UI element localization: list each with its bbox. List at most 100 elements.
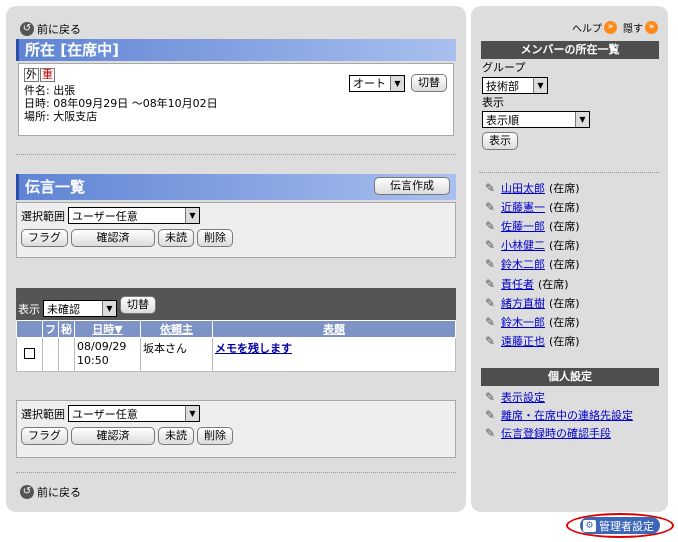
selection-box-top: 選択範囲 ユーザー任意 ▼ フラグ 確認済 未読 削除 — [16, 202, 456, 258]
divider — [16, 154, 456, 155]
list-item: ✎ 遠藤正也 (在席) — [484, 333, 580, 349]
sidebar-top-links: ヘルプ » 隠す » — [572, 20, 658, 35]
list-item: ✎ 鈴木二郎 (在席) — [484, 256, 580, 272]
member-link[interactable]: 遠藤正也 — [501, 333, 545, 349]
chevron-down-icon: ▼ — [185, 406, 199, 421]
messages-header: 伝言一覧 伝言作成 — [16, 174, 456, 200]
chevron-down-icon: ▼ — [185, 208, 199, 223]
status-switch-button[interactable]: 切替 — [411, 74, 447, 92]
status-datetime: 日時: 08年09月29日 ～08年10月02日 — [24, 97, 218, 110]
display-filter-select[interactable]: 未確認 ▼ — [43, 300, 117, 317]
sidebar-panel: ヘルプ » 隠す » メンバーの所在一覧 グループ 技術部 ▼ 表示 表示順 ▼… — [471, 6, 668, 512]
pencil-icon: ✎ — [484, 199, 496, 214]
list-item: ✎ 伝言登録時の確認手段 — [483, 424, 665, 442]
display-settings-link[interactable]: 表示設定 — [501, 389, 545, 405]
pencil-icon: ✎ — [484, 314, 496, 329]
display-label: 表示 — [482, 96, 504, 109]
delete-button[interactable]: 削除 — [197, 229, 233, 247]
back-link-bottom[interactable]: ↺ 前に戻る — [20, 484, 81, 500]
list-item: ✎ 近藤憲一 (在席) — [484, 199, 580, 215]
confirmed-button[interactable]: 確認済 — [71, 229, 155, 247]
contact-settings-link[interactable]: 離席・在席中の連絡先設定 — [501, 407, 633, 423]
delete-button-bottom[interactable]: 削除 — [197, 427, 233, 445]
pencil-icon: ✎ — [484, 257, 496, 272]
tag-important: 重 — [40, 68, 55, 82]
back-arrow-icon: ↺ — [20, 485, 34, 499]
pencil-icon: ✎ — [484, 426, 496, 440]
unread-button[interactable]: 未読 — [158, 229, 194, 247]
admin-tool-icon: ⚙ — [583, 519, 596, 532]
pencil-icon: ✎ — [484, 334, 496, 349]
chevron-down-icon: ▼ — [102, 301, 116, 316]
chevron-down-icon: ▼ — [390, 75, 404, 91]
col-title[interactable]: 表題 — [212, 320, 456, 338]
member-link[interactable]: 小林健二 — [501, 237, 545, 253]
admin-settings-highlight: ⚙ 管理者設定 — [566, 513, 674, 538]
pencil-icon: ✎ — [484, 408, 496, 422]
divider — [479, 172, 659, 173]
range-select-top[interactable]: ユーザー任意 ▼ — [68, 207, 200, 224]
col-datetime[interactable]: 日時▼ — [74, 320, 141, 338]
help-link[interactable]: ヘルプ » — [572, 20, 617, 35]
pencil-icon: ✎ — [484, 218, 496, 233]
member-link[interactable]: 佐藤一郎 — [501, 218, 545, 234]
list-item: ✎ 責任者 (在席) — [484, 276, 569, 292]
pencil-icon: ✎ — [484, 390, 496, 404]
member-link[interactable]: 責任者 — [501, 276, 534, 292]
status-box: 外 重 件名: 出張 日時: 08年09月29日 ～08年10月02日 場所: … — [18, 63, 454, 136]
create-message-button[interactable]: 伝言作成 — [374, 177, 450, 195]
member-link[interactable]: 山田太郎 — [501, 180, 545, 196]
chevron-down-icon: ▼ — [533, 78, 547, 93]
message-table: フ 秘 日時▼ 依頼主 表題 08/09/29 10:50 坂本さん メモを残し… — [16, 320, 456, 372]
member-list: ✎ 山田太郎 (在席) ✎ 近藤憲一 (在席) ✎ 佐藤一郎 (在席) ✎ 小林健二 (在席) … — [483, 178, 661, 351]
table-row: 08/09/29 10:50 坂本さん メモを残します — [16, 337, 456, 372]
row-checkbox[interactable] — [24, 347, 35, 359]
list-item: ✎ 鈴木一郎 (在席) — [484, 314, 580, 330]
status-place: 場所: 大阪支店 — [24, 110, 98, 123]
member-link[interactable]: 鈴木二郎 — [501, 256, 545, 272]
personal-settings-list: ✎ 表示設定 ✎ 離席・在席中の連絡先設定 ✎ 伝言登録時の確認手段 — [483, 388, 665, 442]
list-item: ✎ 離席・在席中の連絡先設定 — [483, 406, 665, 424]
list-item: ✎ 緒方直樹 (在席) — [484, 295, 580, 311]
hide-arrow-icon: » — [645, 21, 658, 34]
selection-box-bottom: 選択範囲 ユーザー任意 ▼ フラグ 確認済 未読 削除 — [16, 400, 456, 458]
col-secret: 秘 — [58, 320, 75, 338]
col-fu: フ — [42, 320, 59, 338]
member-link[interactable]: 鈴木一郎 — [501, 314, 545, 330]
filter-switch-button[interactable]: 切替 — [120, 296, 156, 314]
flag-button[interactable]: フラグ — [21, 229, 68, 247]
show-button[interactable]: 表示 — [482, 132, 518, 150]
group-select[interactable]: 技術部 ▼ — [482, 77, 548, 94]
display-order-select[interactable]: 表示順 ▼ — [482, 111, 590, 128]
confirm-method-link[interactable]: 伝言登録時の確認手段 — [501, 425, 611, 441]
hide-link[interactable]: 隠す » — [623, 20, 658, 35]
group-label: グループ — [482, 61, 526, 74]
status-header: 所在 [在席中] — [16, 39, 456, 61]
divider — [16, 472, 456, 473]
flag-button-bottom[interactable]: フラグ — [21, 427, 68, 445]
pencil-icon: ✎ — [484, 238, 496, 253]
pencil-icon: ✎ — [484, 180, 496, 195]
confirmed-button-bottom[interactable]: 確認済 — [71, 427, 155, 445]
list-item: ✎ 小林健二 (在席) — [484, 237, 580, 253]
pencil-icon: ✎ — [484, 295, 496, 310]
message-filter-bar: 表示 未確認 ▼ 切替 — [16, 288, 456, 320]
help-arrow-icon: » — [604, 21, 617, 34]
message-title-link[interactable]: メモを残します — [215, 342, 292, 355]
back-link-top[interactable]: ↺ 前に戻る — [20, 21, 81, 37]
member-link[interactable]: 緒方直樹 — [501, 295, 545, 311]
list-item: ✎ 山田太郎 (在席) — [484, 180, 580, 196]
col-requester[interactable]: 依頼主 — [140, 320, 213, 338]
main-panel: ↺ 前に戻る 所在 [在席中] 外 重 件名: 出張 日時: 08年09月29日… — [6, 6, 466, 512]
list-item: ✎ 表示設定 — [483, 388, 665, 406]
range-select-bottom[interactable]: ユーザー任意 ▼ — [68, 405, 200, 422]
tag-out: 外 — [24, 68, 39, 82]
back-arrow-icon: ↺ — [20, 22, 34, 36]
personal-settings-title: 個人設定 — [481, 368, 659, 386]
unread-button-bottom[interactable]: 未読 — [158, 427, 194, 445]
pencil-icon: ✎ — [484, 276, 496, 291]
status-mode-select[interactable]: オート ▼ — [349, 74, 405, 92]
list-item: ✎ 佐藤一郎 (在席) — [484, 218, 580, 234]
admin-settings-button[interactable]: ⚙ 管理者設定 — [580, 517, 660, 534]
member-link[interactable]: 近藤憲一 — [501, 199, 545, 215]
